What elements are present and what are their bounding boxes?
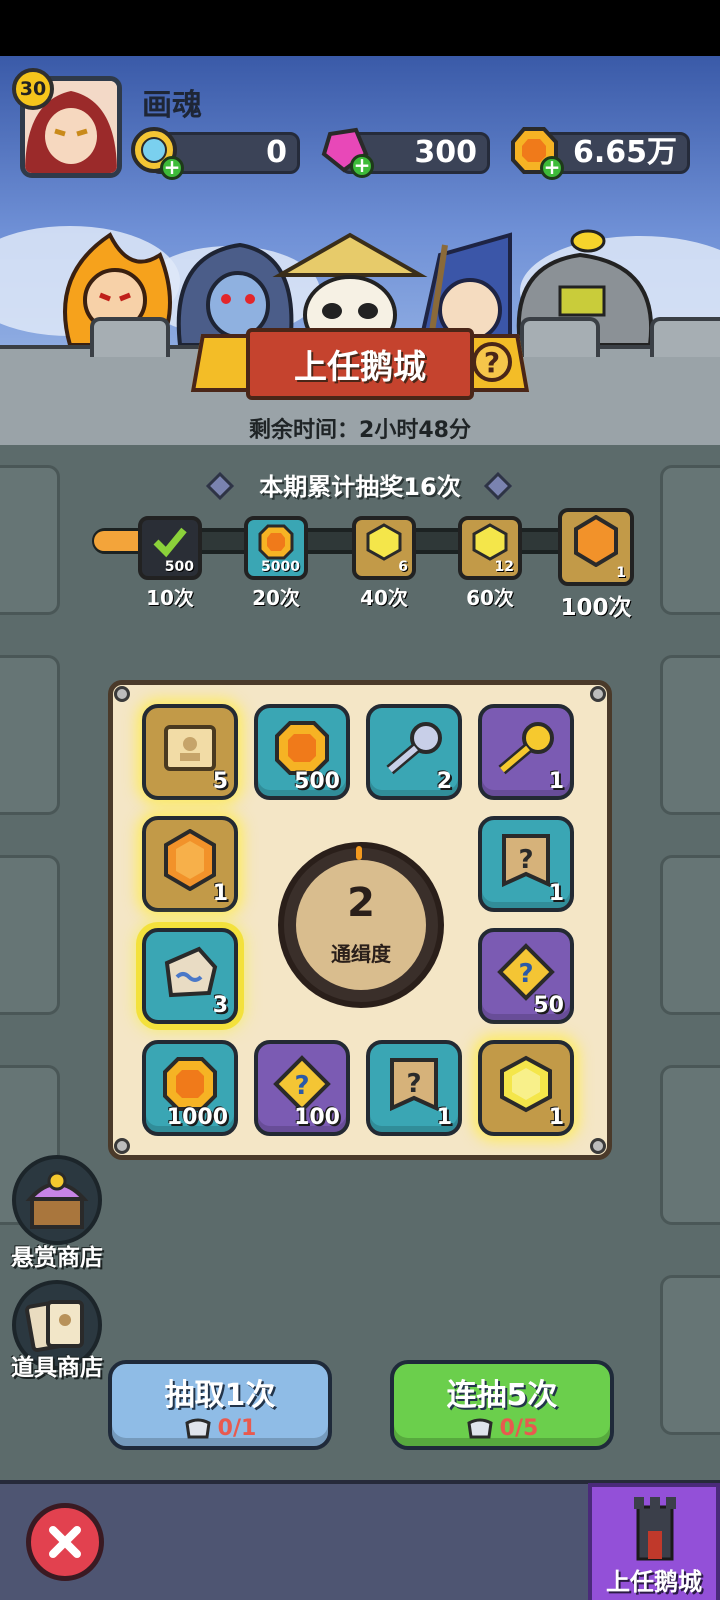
ticket-icon: [467, 1418, 493, 1439]
draw-five-cost: 0/5: [499, 1415, 539, 1441]
level-badge: 30: [12, 68, 54, 110]
milestone-reward-40[interactable]: 6: [352, 516, 416, 580]
milestone-label: 10次: [146, 586, 194, 610]
gold-coin-icon: [163, 1056, 217, 1111]
reward-tile-silver-key[interactable]: 2: [366, 704, 462, 800]
svg-text:?: ?: [406, 1069, 421, 1099]
gold-coin-button[interactable]: +: [510, 126, 564, 180]
svg-text:?: ?: [294, 1071, 309, 1101]
orange-gem-icon: [164, 828, 216, 891]
event-timer: 剩余时间：2小时48分: [249, 418, 471, 443]
gold-key-icon: [498, 721, 554, 774]
reward-tile-gold-coin[interactable]: 1000: [142, 1040, 238, 1136]
castle-tab-label[interactable]: 上任鹅城: [588, 1562, 720, 1597]
diamond-coin-button[interactable]: +: [130, 126, 184, 180]
mystery-banner-icon: ?: [390, 1057, 438, 1111]
yellow-gem-icon: [500, 1055, 552, 1112]
mystery-banner-icon: ?: [502, 833, 550, 887]
event-title: 上任鹅城: [246, 328, 474, 400]
milestone-reward-60[interactable]: 12: [458, 516, 522, 580]
orange-gem-icon: [574, 515, 618, 568]
add-diamond-icon[interactable]: +: [160, 156, 184, 180]
reward-tile-puzzle-piece[interactable]: ? 50: [478, 928, 574, 1024]
scroll-icon: [164, 724, 216, 771]
reward-tile-rune-stone[interactable]: 3: [142, 928, 238, 1024]
gold-coin-icon: [258, 524, 294, 560]
castle-tower-icon: [634, 1497, 676, 1561]
cumulative-draws-title: 本期累计抽奖16次: [259, 473, 461, 501]
milestone-label: 40次: [360, 586, 408, 610]
reward-tile-mystery-banner[interactable]: ? 1: [478, 816, 574, 912]
wanted-level: 2: [347, 880, 375, 926]
reward-tile-scroll[interactable]: 5: [142, 704, 238, 800]
yellow-gem-icon: [366, 523, 402, 562]
rivet: [114, 686, 130, 702]
reward-tile-gold-key[interactable]: 1: [478, 704, 574, 800]
close-button[interactable]: [26, 1503, 104, 1581]
wanted-meter-tick: [356, 846, 362, 860]
ticket-icon: [185, 1418, 211, 1439]
add-gold-icon[interactable]: +: [540, 156, 564, 180]
reward-tile-yellow-gem[interactable]: 1: [478, 1040, 574, 1136]
reward-tile-mystery-banner[interactable]: ? 1: [366, 1040, 462, 1136]
rivet: [590, 686, 606, 702]
gold-coin-icon: [275, 720, 329, 775]
help-button[interactable]: ?: [472, 342, 512, 382]
claimed-check-icon: [153, 528, 187, 558]
draw-one-cost: 0/1: [217, 1415, 257, 1441]
milestone-label: 60次: [466, 586, 514, 610]
bounty-shop-button[interactable]: [12, 1155, 102, 1245]
draw-one-label: 抽取1次: [164, 1377, 276, 1413]
reward-tile-orange-gem[interactable]: 1: [142, 816, 238, 912]
svg-text:?: ?: [518, 845, 533, 875]
draw-five-button[interactable]: 连抽5次 0/5: [390, 1360, 614, 1450]
reward-tile-puzzle-piece[interactable]: ? 100: [254, 1040, 350, 1136]
wanted-label: 通缉度: [331, 942, 391, 966]
milestone-reward-20[interactable]: 5000: [244, 516, 308, 580]
rivet: [590, 1138, 606, 1154]
silver-key-icon: [386, 721, 442, 774]
svg-text:?: ?: [518, 959, 533, 989]
rivet: [114, 1138, 130, 1154]
add-gem-icon[interactable]: +: [350, 154, 374, 178]
bounty-shop-label[interactable]: 悬赏商店: [2, 1238, 112, 1272]
draw-one-button[interactable]: 抽取1次 0/1: [108, 1360, 332, 1450]
treasure-chest-icon: [25, 1171, 89, 1229]
status-bar: [0, 0, 720, 56]
rune-stone-icon: [164, 946, 218, 997]
milestone-label: 20次: [252, 586, 300, 610]
reward-tile-gold-coin[interactable]: 500: [254, 704, 350, 800]
milestone-label: 100次: [560, 595, 632, 621]
pink-gem-button[interactable]: +: [320, 124, 374, 178]
item-shop-label[interactable]: 道具商店: [2, 1348, 112, 1382]
player-name: 画魂: [142, 88, 202, 123]
yellow-gem-icon: [472, 523, 508, 562]
milestone-reward-10[interactable]: 500: [138, 516, 202, 580]
draw-five-label: 连抽5次: [446, 1377, 558, 1413]
milestone-reward-100[interactable]: 1: [558, 508, 634, 586]
close-icon: [49, 1526, 81, 1558]
